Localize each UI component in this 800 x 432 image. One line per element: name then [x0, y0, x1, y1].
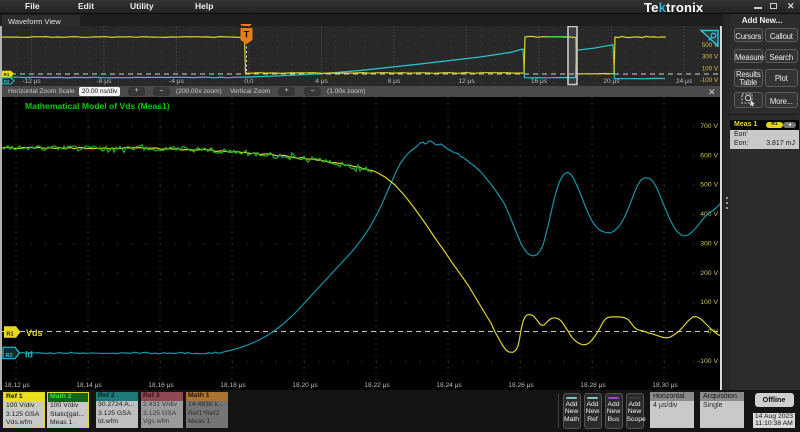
svg-text:T: T: [244, 30, 250, 40]
svg-text:Mathematical Model of Vds (Mea: Mathematical Model of Vds (Meas1): [25, 101, 170, 111]
svg-text:Vds: Vds: [26, 328, 43, 338]
svg-text:R2: R2: [5, 353, 12, 359]
svg-text:18.24 μs: 18.24 μs: [436, 382, 462, 389]
svg-text:18.22 μs: 18.22 μs: [364, 382, 390, 389]
svg-text:8 μs: 8 μs: [388, 78, 401, 85]
svg-text:R1: R1: [6, 332, 13, 338]
svg-text:Id: Id: [25, 350, 33, 360]
svg-text:18.26 μs: 18.26 μs: [508, 382, 534, 389]
svg-text:-12 μs: -12 μs: [22, 78, 41, 85]
svg-text:18.28 μs: 18.28 μs: [580, 382, 606, 389]
svg-text:4 μs: 4 μs: [315, 78, 328, 85]
svg-text:18.20 μs: 18.20 μs: [292, 382, 318, 389]
svg-text:600 V: 600 V: [700, 152, 718, 159]
svg-text:18.14 μs: 18.14 μs: [76, 382, 102, 389]
svg-text:-100 V: -100 V: [698, 358, 718, 365]
svg-text:-4 μs: -4 μs: [169, 78, 184, 85]
svg-text:18.16 μs: 18.16 μs: [148, 382, 174, 389]
svg-text:24 μs: 24 μs: [676, 78, 693, 85]
svg-text:18.18 μs: 18.18 μs: [220, 382, 246, 389]
svg-text:R2: R2: [4, 79, 10, 84]
svg-text:0.0: 0.0: [244, 78, 253, 85]
svg-text:300 V: 300 V: [702, 54, 719, 61]
svg-text:18.12 μs: 18.12 μs: [4, 382, 30, 389]
svg-text:300 V: 300 V: [700, 240, 718, 247]
svg-text:200 V: 200 V: [700, 270, 718, 277]
svg-text:100 V: 100 V: [700, 299, 718, 306]
svg-text:700 V: 700 V: [700, 123, 718, 130]
svg-text:R1: R1: [4, 72, 10, 77]
svg-text:-100 V: -100 V: [700, 77, 719, 84]
svg-text:100 V: 100 V: [702, 65, 719, 72]
svg-text:16 μs: 16 μs: [531, 78, 548, 85]
svg-text:18.30 μs: 18.30 μs: [652, 382, 678, 389]
svg-text:-8 μs: -8 μs: [97, 78, 112, 85]
svg-text:12 μs: 12 μs: [458, 78, 475, 85]
svg-text:500 V: 500 V: [700, 182, 718, 189]
